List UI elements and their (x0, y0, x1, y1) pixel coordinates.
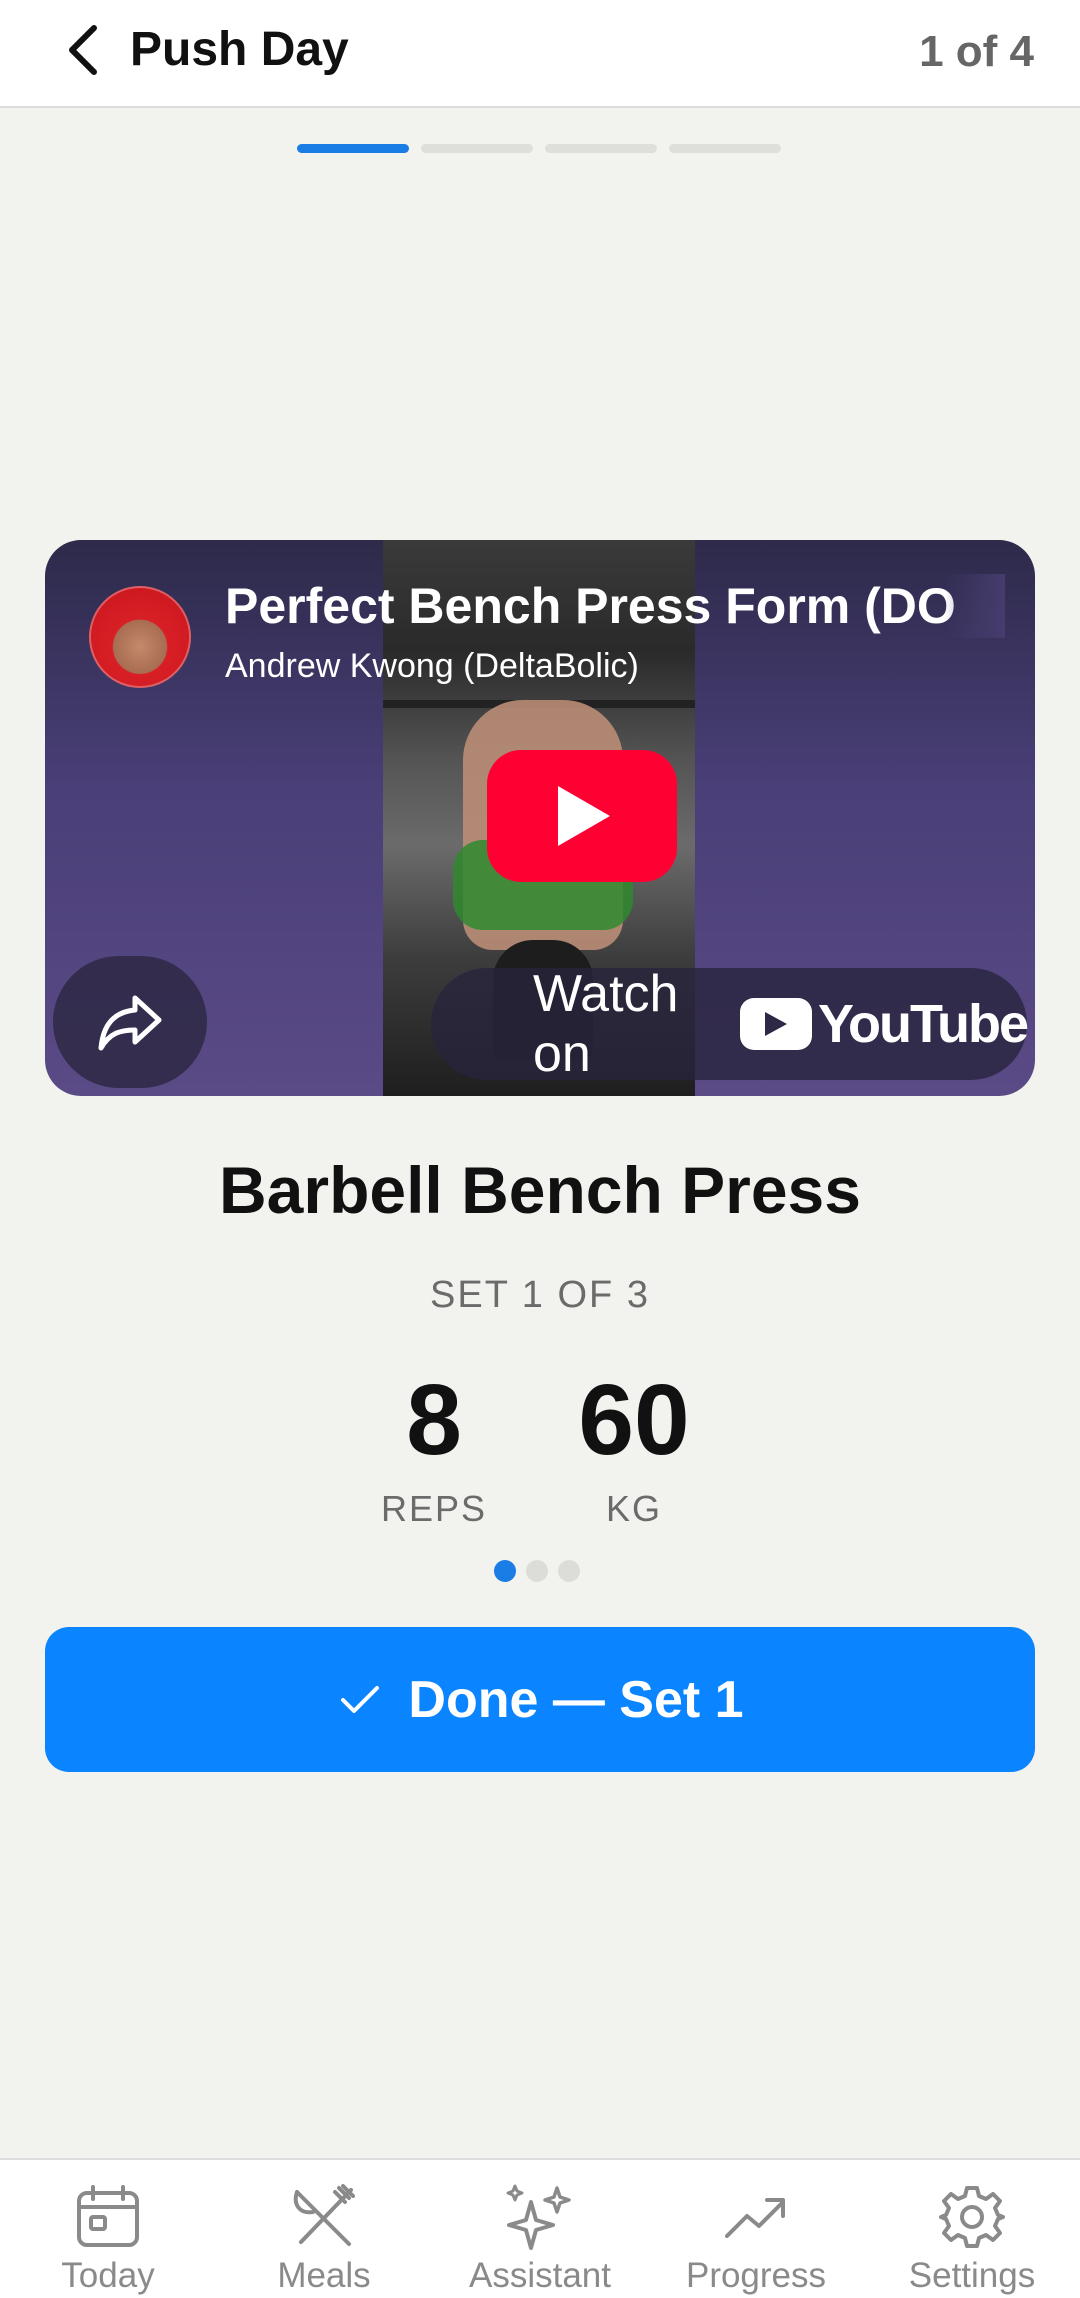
fork-knife-icon (289, 2182, 359, 2252)
play-icon (558, 786, 610, 846)
channel-avatar[interactable] (89, 586, 191, 688)
set-dot-3 (558, 1560, 580, 1582)
trend-up-icon (721, 2182, 791, 2252)
progress-segment-2 (421, 144, 533, 153)
tab-label-settings: Settings (908, 2256, 1036, 2295)
video-title[interactable]: Perfect Bench Press Form (DO (225, 574, 1005, 638)
tab-label-today: Today (61, 2256, 155, 2295)
share-icon (98, 995, 162, 1051)
sparkles-icon (505, 2182, 575, 2252)
video-player[interactable]: Perfect Bench Press Form (DO Andrew Kwon… (45, 540, 1035, 1096)
tab-assistant[interactable]: Assistant (432, 2160, 648, 2298)
checkmark-icon (336, 1676, 384, 1724)
set-label: SET 1 OF 3 (430, 1274, 650, 1316)
watch-on-label: Watch on (533, 965, 679, 1083)
progress-segment-4 (669, 144, 781, 153)
step-progress (297, 144, 781, 153)
done-set-button[interactable]: Done — Set 1 (45, 1627, 1035, 1772)
watch-on-youtube-button[interactable]: Watch on YouTube (431, 965, 1029, 1083)
gear-icon (937, 2182, 1007, 2252)
chevron-left-icon (69, 25, 97, 75)
play-button[interactable] (487, 750, 677, 882)
tab-meals[interactable]: Meals (216, 2160, 432, 2298)
set-dot-1 (494, 1560, 516, 1582)
exercise-name: Barbell Bench Press (219, 1153, 861, 1227)
tab-today[interactable]: Today (0, 2160, 216, 2298)
youtube-play-icon (740, 998, 813, 1050)
set-dot-2 (526, 1560, 548, 1582)
tab-progress[interactable]: Progress (648, 2160, 864, 2298)
weight-unit: KG (605, 1488, 662, 1529)
progress-segment-3 (545, 144, 657, 153)
reps-unit: REPS (380, 1488, 488, 1529)
tab-bar: Today Meals Assistant Progress Settings (0, 2158, 1080, 2298)
set-indicator (494, 1560, 580, 1582)
tab-label-assistant: Assistant (469, 2256, 611, 2295)
progress-segment-1 (297, 144, 409, 153)
reps-stat: 8 REPS (334, 1360, 534, 1534)
step-counter: 1 of 4 (919, 27, 1034, 76)
back-button[interactable] (58, 20, 108, 80)
page-title: Push Day (130, 23, 349, 76)
weight-stat: 60 KG (534, 1360, 734, 1534)
youtube-logo: YouTube (740, 994, 1029, 1054)
done-set-label: Done — Set 1 (408, 1670, 744, 1729)
tab-settings[interactable]: Settings (864, 2160, 1080, 2298)
share-button[interactable] (53, 956, 207, 1088)
video-channel: Andrew Kwong (DeltaBolic) (225, 647, 639, 685)
tab-label-meals: Meals (277, 2256, 371, 2295)
calendar-icon (73, 2182, 143, 2252)
youtube-wordmark: YouTube (818, 994, 1029, 1054)
tab-label-progress: Progress (685, 2256, 827, 2295)
reps-value: 8 (406, 1364, 462, 1476)
weight-value: 60 (578, 1364, 690, 1476)
top-bar: Push Day 1 of 4 (0, 0, 1080, 108)
